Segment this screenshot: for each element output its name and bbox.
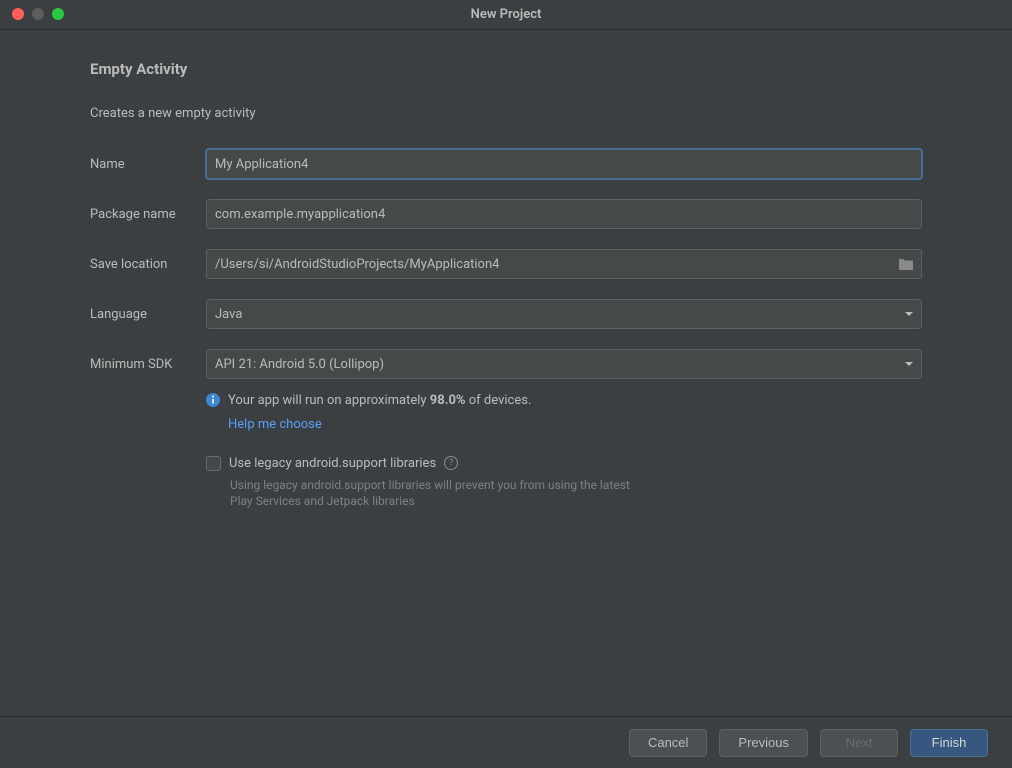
location-input[interactable] xyxy=(206,249,922,279)
package-input[interactable] xyxy=(206,199,922,229)
finish-button[interactable]: Finish xyxy=(910,729,988,757)
name-label: Name xyxy=(90,157,206,172)
dialog-content: Empty Activity Creates a new empty activ… xyxy=(0,30,1012,510)
minsdk-select[interactable]: API 21: Android 5.0 (Lollipop) xyxy=(206,349,922,379)
help-icon[interactable]: ? xyxy=(444,456,458,470)
page-title: Empty Activity xyxy=(90,60,922,78)
device-coverage-text: Your app will run on approximately 98.0%… xyxy=(228,391,531,411)
next-button: Next xyxy=(820,729,898,757)
legacy-hint: Using legacy android.support libraries w… xyxy=(230,477,650,511)
location-row: Save location xyxy=(90,249,922,279)
minsdk-value: API 21: Android 5.0 (Lollipop) xyxy=(215,357,384,372)
package-row: Package name xyxy=(90,199,922,229)
device-coverage-info: Your app will run on approximately 98.0%… xyxy=(206,391,922,411)
minsdk-label: Minimum SDK xyxy=(90,357,206,372)
help-me-choose-link[interactable]: Help me choose xyxy=(228,417,322,432)
name-row: Name xyxy=(90,149,922,179)
language-row: Language Java xyxy=(90,299,922,329)
package-label: Package name xyxy=(90,207,206,222)
chevron-down-icon xyxy=(905,312,913,316)
titlebar: New Project xyxy=(0,0,1012,30)
cancel-button[interactable]: Cancel xyxy=(629,729,707,757)
language-label: Language xyxy=(90,307,206,322)
chevron-down-icon xyxy=(905,362,913,366)
location-label: Save location xyxy=(90,257,206,272)
page-description: Creates a new empty activity xyxy=(90,106,922,121)
close-window-button[interactable] xyxy=(12,8,24,20)
legacy-checkbox-row: Use legacy android.support libraries ? xyxy=(206,456,922,471)
previous-button[interactable]: Previous xyxy=(719,729,808,757)
minsdk-row: Minimum SDK API 21: Android 5.0 (Lollipo… xyxy=(90,349,922,379)
name-input[interactable] xyxy=(206,149,922,179)
dialog-footer: Cancel Previous Next Finish xyxy=(0,716,1012,768)
maximize-window-button[interactable] xyxy=(52,8,64,20)
minimize-window-button[interactable] xyxy=(32,8,44,20)
window-title: New Project xyxy=(0,7,1012,22)
language-value: Java xyxy=(215,307,242,322)
info-icon xyxy=(206,393,220,407)
window-controls xyxy=(12,8,64,20)
legacy-checkbox[interactable] xyxy=(206,456,221,471)
browse-folder-icon[interactable] xyxy=(898,257,914,271)
legacy-checkbox-label: Use legacy android.support libraries xyxy=(229,456,436,471)
language-select[interactable]: Java xyxy=(206,299,922,329)
